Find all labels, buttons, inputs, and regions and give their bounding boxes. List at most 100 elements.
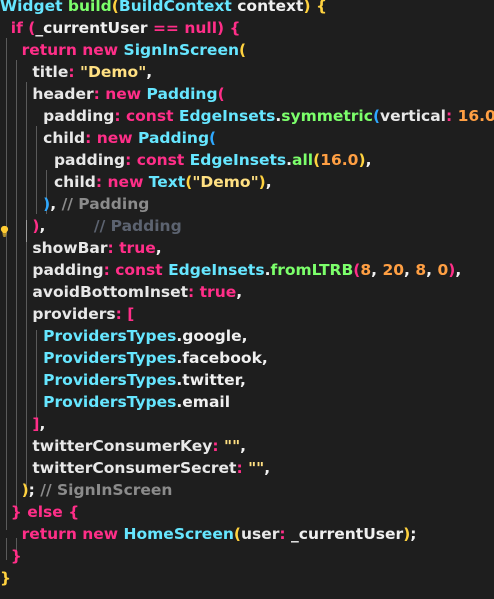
code-token: , (50, 195, 62, 213)
code-token: ) (358, 151, 366, 169)
code-token: // Padding (45, 217, 182, 235)
code-token: ) (258, 173, 266, 191)
code-line[interactable]: ProvidersTypes.google, (0, 325, 247, 347)
code-token: { (224, 19, 241, 37)
code-line[interactable]: } else { (0, 501, 79, 523)
code-token: "Demo" (192, 173, 259, 191)
code-line[interactable]: ); // SignInScreen (0, 479, 173, 501)
code-token: new (96, 129, 138, 147)
code-token: : (125, 151, 137, 169)
code-token: , (155, 239, 162, 257)
code-line[interactable]: padding: const EdgeInsets.symmetric(vert… (0, 105, 494, 127)
code-token: return new (0, 525, 124, 543)
code-token: fromLTRB (270, 261, 354, 279)
code-token: ) (0, 481, 29, 499)
code-token: .email (176, 393, 231, 411)
code-line[interactable]: padding: const EdgeInsets.all(16.0), (0, 149, 372, 171)
code-token: child (0, 173, 96, 191)
code-line[interactable]: ProvidersTypes.twitter, (0, 369, 246, 391)
code-token: { (310, 0, 327, 15)
code-line[interactable]: Widget build(BuildContext context) { (0, 0, 327, 17)
code-token: Text (148, 173, 186, 191)
code-token: if (0, 19, 29, 37)
code-token: new (107, 173, 149, 191)
code-token: , (404, 261, 416, 279)
code-line[interactable]: } (0, 545, 22, 567)
code-token: vertical (380, 107, 446, 125)
code-token: padding (0, 151, 126, 169)
code-line[interactable]: ], (0, 413, 45, 435)
code-token: , (455, 261, 462, 279)
code-token: , (39, 415, 46, 433)
code-token: EdgeInsets (178, 107, 276, 125)
code-token: // Padding (61, 195, 150, 213)
code-token: .twitter, (176, 371, 246, 389)
code-token: ( (111, 0, 119, 15)
code-token: : (103, 261, 116, 279)
code-token: ProvidersTypes (0, 393, 177, 411)
code-line[interactable]: showBar: true, (0, 237, 162, 259)
code-token: : (188, 283, 200, 301)
code-token: == (152, 19, 185, 37)
code-token: ; (28, 481, 41, 499)
code-token: : (95, 173, 108, 191)
code-token: const (115, 261, 169, 279)
code-token: const (136, 151, 190, 169)
code-token: : (445, 107, 458, 125)
code-token: title (0, 63, 69, 81)
code-token: padding (0, 107, 115, 125)
code-line[interactable]: } (0, 567, 11, 589)
code-token: , (371, 261, 383, 279)
code-line[interactable]: avoidBottomInset: true, (0, 281, 242, 303)
code-token: ) (0, 195, 51, 213)
code-token: else (27, 503, 69, 521)
code-token: // SignInScreen (40, 481, 173, 499)
code-line[interactable]: title: "Demo", (0, 61, 152, 83)
code-token: 16.0 (457, 107, 494, 125)
code-token: "" (224, 437, 241, 455)
code-line[interactable]: child: new Text("Demo"), (0, 171, 272, 193)
code-line[interactable]: return new HomeScreen(user: _currentUser… (0, 523, 417, 545)
code-line[interactable]: if (_currentUser == null) { (0, 17, 241, 39)
code-line[interactable]: padding: const EdgeInsets.fromLTRB(8, 20… (0, 259, 461, 281)
code-line[interactable]: ), // Padding (0, 193, 149, 215)
code-token: : (68, 63, 80, 81)
code-line[interactable]: providers: [ (0, 303, 134, 325)
code-token: providers (0, 305, 116, 323)
code-token: ProvidersTypes (0, 349, 177, 367)
code-token: "Demo" (79, 63, 147, 81)
code-token: .facebook, (176, 349, 268, 367)
code-token: ( (209, 129, 217, 147)
code-token: ( (239, 41, 247, 59)
code-line[interactable]: ProvidersTypes.facebook, (0, 347, 268, 369)
code-token: symmetric (281, 107, 373, 125)
code-token: ] (0, 415, 40, 433)
code-line[interactable]: return new SignInScreen( (0, 39, 247, 61)
code-line[interactable]: header: new Padding( (0, 83, 225, 105)
code-token: , (365, 151, 372, 169)
code-token: , (146, 63, 153, 81)
code-line[interactable]: twitterConsumerSecret: "", (0, 457, 270, 479)
code-line[interactable]: twitterConsumerKey: "", (0, 435, 246, 457)
code-token: : (85, 129, 97, 147)
code-token: : (279, 525, 291, 543)
code-line[interactable]: ProvidersTypes.email (0, 391, 230, 413)
code-token: [ (127, 305, 135, 323)
code-line[interactable]: child: new Padding( (0, 127, 216, 149)
code-token: , (264, 459, 271, 477)
code-token: header (0, 85, 94, 103)
code-token: , (240, 437, 247, 455)
code-token: : (93, 85, 106, 103)
code-token: } (0, 569, 12, 587)
code-token: : (107, 239, 120, 257)
code-token: , (426, 261, 438, 279)
code-token: return new (0, 41, 124, 59)
code-editor[interactable]: Widget build(BuildContext context) { if … (0, 0, 494, 599)
code-token: EdgeInsets (168, 261, 265, 279)
code-token: context (231, 0, 304, 15)
code-token: ( (217, 85, 225, 103)
code-line[interactable]: ), // Padding (0, 215, 182, 237)
code-token: _currentUser (291, 525, 404, 543)
code-token: ) (0, 217, 40, 235)
code-token: : (212, 437, 224, 455)
